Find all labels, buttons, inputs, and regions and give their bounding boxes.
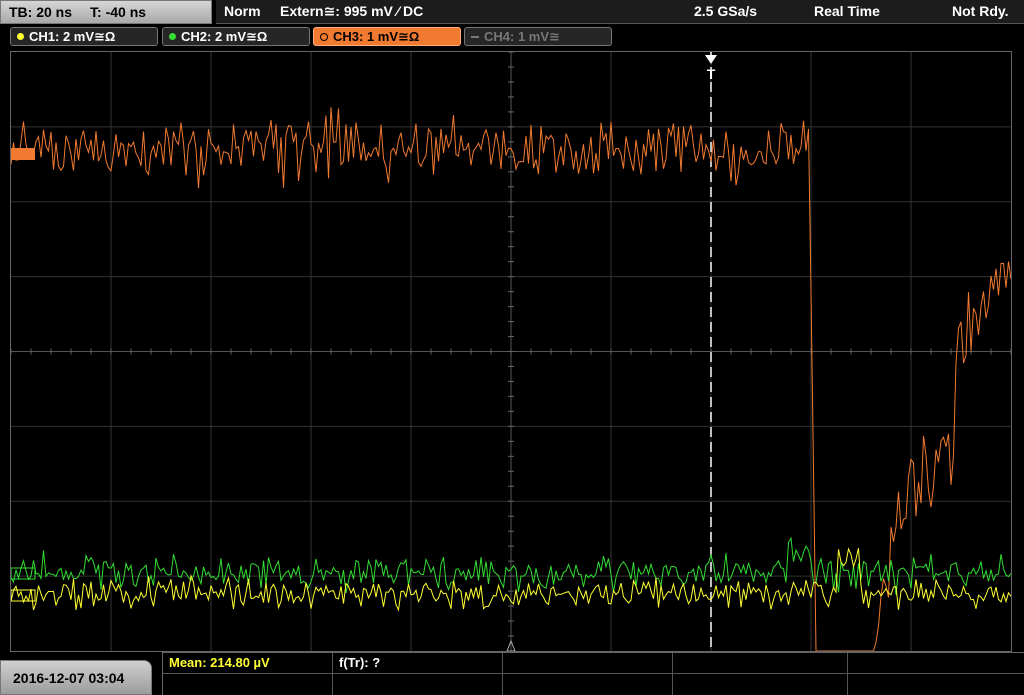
ch1-indicator-icon [17,33,24,40]
trigger-offset-label: T: -40 ns [90,4,147,20]
graticule [11,52,1011,651]
trigger-marker-label: T [707,66,716,82]
measurement-slot-7[interactable] [333,674,503,695]
trigger-source[interactable]: Extern≅: 995 mV ⁄ DC [280,3,423,20]
bottom-bar: 2016-12-07 03:04 Mean: 214.80 µV f(Tr): … [0,652,1024,695]
ch2-indicator-icon [169,33,176,40]
timebase-box[interactable]: TB: 20 ns T: -40 ns [0,0,212,24]
timebase-label: TB: 20 ns [9,4,73,20]
measurement-slot-10[interactable] [848,674,1024,695]
tab-ch1[interactable]: CH1: 2 mV≅Ω [10,27,158,46]
ch3-offset-marker-icon[interactable] [11,148,35,160]
trigger-mode[interactable]: Norm [224,3,261,19]
channel-tabs: CH1: 2 mV≅Ω CH2: 2 mV≅Ω CH3: 1 mV≅Ω CH4:… [0,26,1024,48]
date-time: 2016-12-07 03:04 [13,669,125,686]
waveform-display[interactable]: T [10,51,1012,652]
tab-ch4[interactable]: CH4: 1 mV≅ [464,27,612,46]
waveform-svg: T [11,52,1011,651]
ch2-label: CH2: 2 mV≅Ω [181,28,268,44]
ch1-label: CH1: 2 mV≅Ω [29,28,116,44]
measurement-panel[interactable]: Mean: 214.80 µV f(Tr): ? [162,652,1024,695]
trigger-arrow-icon[interactable] [705,55,717,64]
measurement-slot-8[interactable] [503,674,673,695]
measurement-slot-9[interactable] [673,674,848,695]
measurement-slot-6[interactable] [163,674,333,695]
tab-ch2[interactable]: CH2: 2 mV≅Ω [162,27,310,46]
measurement-slot-5[interactable] [848,653,1024,674]
ch3-indicator-icon [320,32,328,41]
date-time-box: 2016-12-07 03:04 [0,660,152,695]
ch3-label: CH3: 1 mV≅Ω [333,28,420,44]
measurement-mean[interactable]: Mean: 214.80 µV [163,653,333,674]
ch4-label: CH4: 1 mV≅ [484,28,560,44]
top-status-bar: TB: 20 ns T: -40 ns Norm Extern≅: 995 mV… [0,0,1024,26]
tab-ch3[interactable]: CH3: 1 mV≅Ω [313,27,461,46]
measurement-rise-freq[interactable]: f(Tr): ? [333,653,503,674]
acquisition-state: Not Rdy. [952,3,1009,19]
acquisition-status-strip: Norm Extern≅: 995 mV ⁄ DC 2.5 GSa/s Real… [216,0,1024,24]
ch4-off-icon [471,35,479,38]
sample-rate: 2.5 GSa/s [694,3,758,19]
measurement-slot-3[interactable] [503,653,673,674]
measurement-slot-4[interactable] [673,653,848,674]
acquisition-mode: Real Time [814,3,880,19]
